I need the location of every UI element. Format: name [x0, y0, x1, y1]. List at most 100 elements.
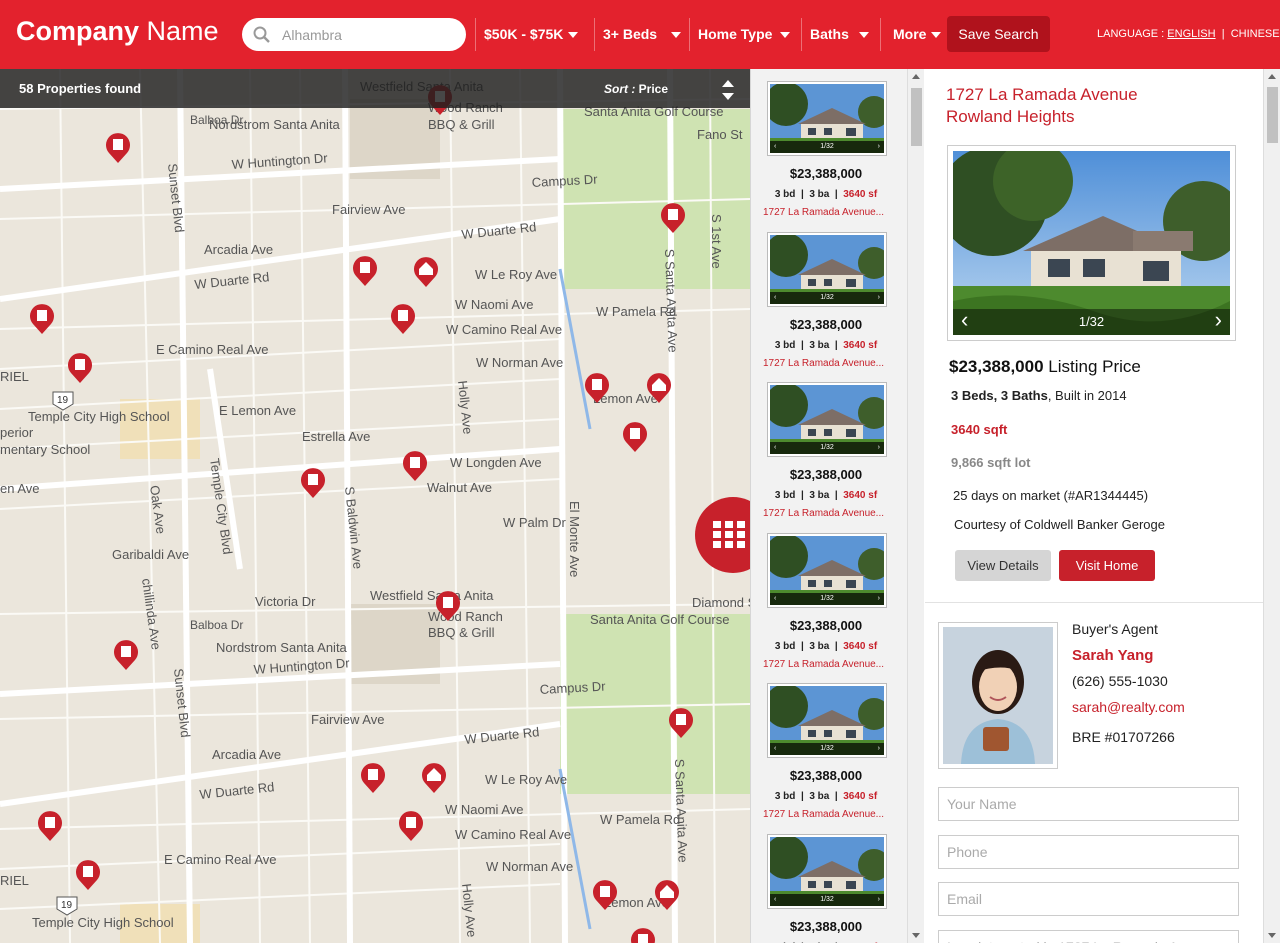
language-chinese[interactable]: CHINESE — [1231, 28, 1280, 40]
listing-address[interactable]: 1727 La Ramada Avenue... — [763, 358, 898, 369]
property-address[interactable]: 1727 La Ramada Avenue Rowland Heights — [946, 84, 1138, 128]
sort-arrows-icon[interactable] — [721, 79, 735, 101]
listing-thumbnail[interactable]: ‹ 1/32 › — [767, 231, 887, 307]
your-name-field[interactable] — [938, 787, 1239, 821]
view-details-button[interactable]: View Details — [955, 550, 1051, 581]
agent-name[interactable]: Sarah Yang — [1072, 647, 1153, 664]
property-pin[interactable] — [592, 879, 618, 911]
detail-scrollbar[interactable] — [1263, 69, 1280, 943]
property-pin[interactable] — [75, 859, 101, 891]
language-english[interactable]: ENGLISH — [1167, 28, 1215, 40]
property-pin[interactable] — [37, 810, 63, 842]
scroll-down-arrow[interactable] — [912, 933, 920, 938]
prev-photo-arrow[interactable]: ‹ — [774, 593, 776, 605]
agent-role: Buyer's Agent — [1072, 621, 1158, 637]
property-pin[interactable] — [352, 255, 378, 287]
property-pin[interactable] — [105, 132, 131, 164]
home-pin[interactable] — [413, 256, 439, 288]
property-pin[interactable] — [390, 303, 416, 335]
price-filter[interactable]: $50K - $75K — [475, 18, 579, 51]
email-field[interactable] — [938, 882, 1239, 916]
property-pin[interactable] — [660, 202, 686, 234]
chevron-down-icon — [568, 32, 579, 39]
agent-phone[interactable]: (626) 555-1030 — [1072, 673, 1168, 689]
property-detail-panel: 1727 La Ramada Avenue Rowland Heights ‹ … — [925, 69, 1263, 943]
listing-address[interactable]: 1727 La Ramada Avenue... — [763, 508, 898, 519]
scroll-up-arrow[interactable] — [1268, 74, 1276, 79]
photo-carousel[interactable]: ‹ 1/32 › — [947, 145, 1236, 341]
prev-photo-arrow[interactable]: ‹ — [774, 141, 776, 153]
home-pin[interactable] — [421, 762, 447, 794]
listing-address[interactable]: 1727 La Ramada Avenue... — [763, 207, 898, 218]
home-pin[interactable] — [654, 879, 680, 911]
property-pin[interactable] — [622, 421, 648, 453]
listing-address[interactable]: 1727 La Ramada Avenue... — [763, 809, 898, 820]
property-pin[interactable] — [435, 590, 461, 622]
listing-thumbnail[interactable]: ‹ 1/32 › — [767, 81, 887, 156]
scroll-up-arrow[interactable] — [912, 74, 920, 79]
next-photo-arrow[interactable]: › — [878, 743, 880, 755]
property-pin[interactable] — [29, 303, 55, 335]
home-type-filter[interactable]: Home Type — [689, 18, 791, 51]
prev-photo-arrow[interactable]: ‹ — [774, 292, 776, 304]
location-search[interactable] — [242, 18, 466, 51]
next-photo-arrow[interactable]: › — [878, 894, 880, 906]
svg-text:19: 19 — [61, 900, 73, 911]
listing-thumbnail[interactable]: ‹ 1/32 › — [767, 382, 887, 457]
listing-column[interactable]: ‹ 1/32 › $23,388,000 3 bd | 3 ba | 3640 sf 17… — [750, 69, 907, 943]
listing-address[interactable]: 1727 La Ramada Avenue... — [763, 659, 898, 670]
scrollbar-thumb[interactable] — [911, 88, 922, 146]
listing-price: $23,388,000 — [789, 316, 863, 332]
visit-home-button[interactable]: Visit Home — [1059, 550, 1155, 581]
beds-baths: 3 Beds, 3 Baths — [951, 388, 1048, 403]
listing-card[interactable]: ‹1/32›$23,388,0003 bd | 3 ba | 3640 sf17… — [751, 69, 907, 219]
home-pin[interactable] — [646, 372, 672, 404]
listing-card[interactable]: ‹1/32›$23,388,0003 bd | 3 ba | 3640 sf17… — [751, 671, 907, 821]
next-photo-arrow[interactable]: › — [878, 593, 880, 605]
sort-control[interactable]: Sort : Price — [604, 82, 668, 96]
listing-thumbnail[interactable]: ‹ 1/32 › — [767, 683, 887, 758]
listing-card[interactable]: ‹1/32›$23,388,0003 bd | 3 ba | 3640 sf17… — [751, 521, 907, 671]
svg-text:Arcadia Ave: Arcadia Ave — [204, 242, 273, 257]
beds-filter[interactable]: 3+ Beds — [594, 18, 682, 51]
listing-card[interactable]: ‹1/32›$23,388,0003 bd | 3 ba | 3640 sf17… — [751, 220, 907, 370]
property-pin[interactable] — [360, 762, 386, 794]
property-pin[interactable] — [584, 372, 610, 404]
search-input[interactable] — [282, 25, 452, 45]
next-photo-arrow[interactable]: › — [878, 292, 880, 304]
baths-filter[interactable]: Baths — [801, 18, 869, 51]
prev-photo-arrow[interactable]: ‹ — [774, 743, 776, 755]
property-pin[interactable] — [398, 810, 424, 842]
thumb-photo-count: 1/32 — [820, 745, 834, 752]
listing-thumbnail[interactable]: ‹ 1/32 › — [767, 833, 887, 909]
agent-email[interactable]: sarah@realty.com — [1072, 699, 1185, 715]
svg-text:BBQ & Grill: BBQ & Grill — [428, 625, 495, 640]
message-field[interactable] — [938, 930, 1239, 943]
sort-prefix: Sort : — [604, 82, 639, 96]
scroll-down-arrow[interactable] — [1268, 933, 1276, 938]
scrollbar-thumb[interactable] — [1267, 87, 1278, 143]
listing-thumbnail[interactable]: ‹ 1/32 › — [767, 532, 887, 608]
next-photo-arrow[interactable]: › — [878, 442, 880, 454]
company-logo[interactable]: Company Name — [16, 16, 219, 47]
next-photo-arrow[interactable]: › — [1215, 309, 1222, 331]
listing-scrollbar[interactable] — [907, 69, 924, 943]
more-filter[interactable]: More — [880, 18, 942, 51]
map-view[interactable]: W Huntington Dr Campus Dr Fairview Ave W… — [0, 69, 750, 943]
listing-beds: 3 bd — [774, 640, 796, 652]
save-search-button[interactable]: Save Search — [947, 16, 1050, 52]
property-pin[interactable] — [67, 352, 93, 384]
prev-photo-arrow[interactable]: ‹ — [774, 442, 776, 454]
prev-photo-arrow[interactable]: ‹ — [774, 894, 776, 906]
listing-photo: ‹ 1/32 › — [770, 234, 884, 304]
property-pin[interactable] — [300, 467, 326, 499]
next-photo-arrow[interactable]: › — [878, 141, 880, 153]
listing-card[interactable]: ‹1/32›$23,388,0003 bd | 3 ba | 3640 sf17… — [751, 822, 907, 943]
property-pin[interactable] — [630, 927, 656, 943]
thumb-photo-count: 1/32 — [820, 444, 834, 451]
property-pin[interactable] — [113, 639, 139, 671]
property-pin[interactable] — [668, 707, 694, 739]
listing-card[interactable]: ‹1/32›$23,388,0003 bd | 3 ba | 3640 sf17… — [751, 370, 907, 520]
property-pin[interactable] — [402, 450, 428, 482]
phone-field[interactable] — [938, 835, 1239, 869]
